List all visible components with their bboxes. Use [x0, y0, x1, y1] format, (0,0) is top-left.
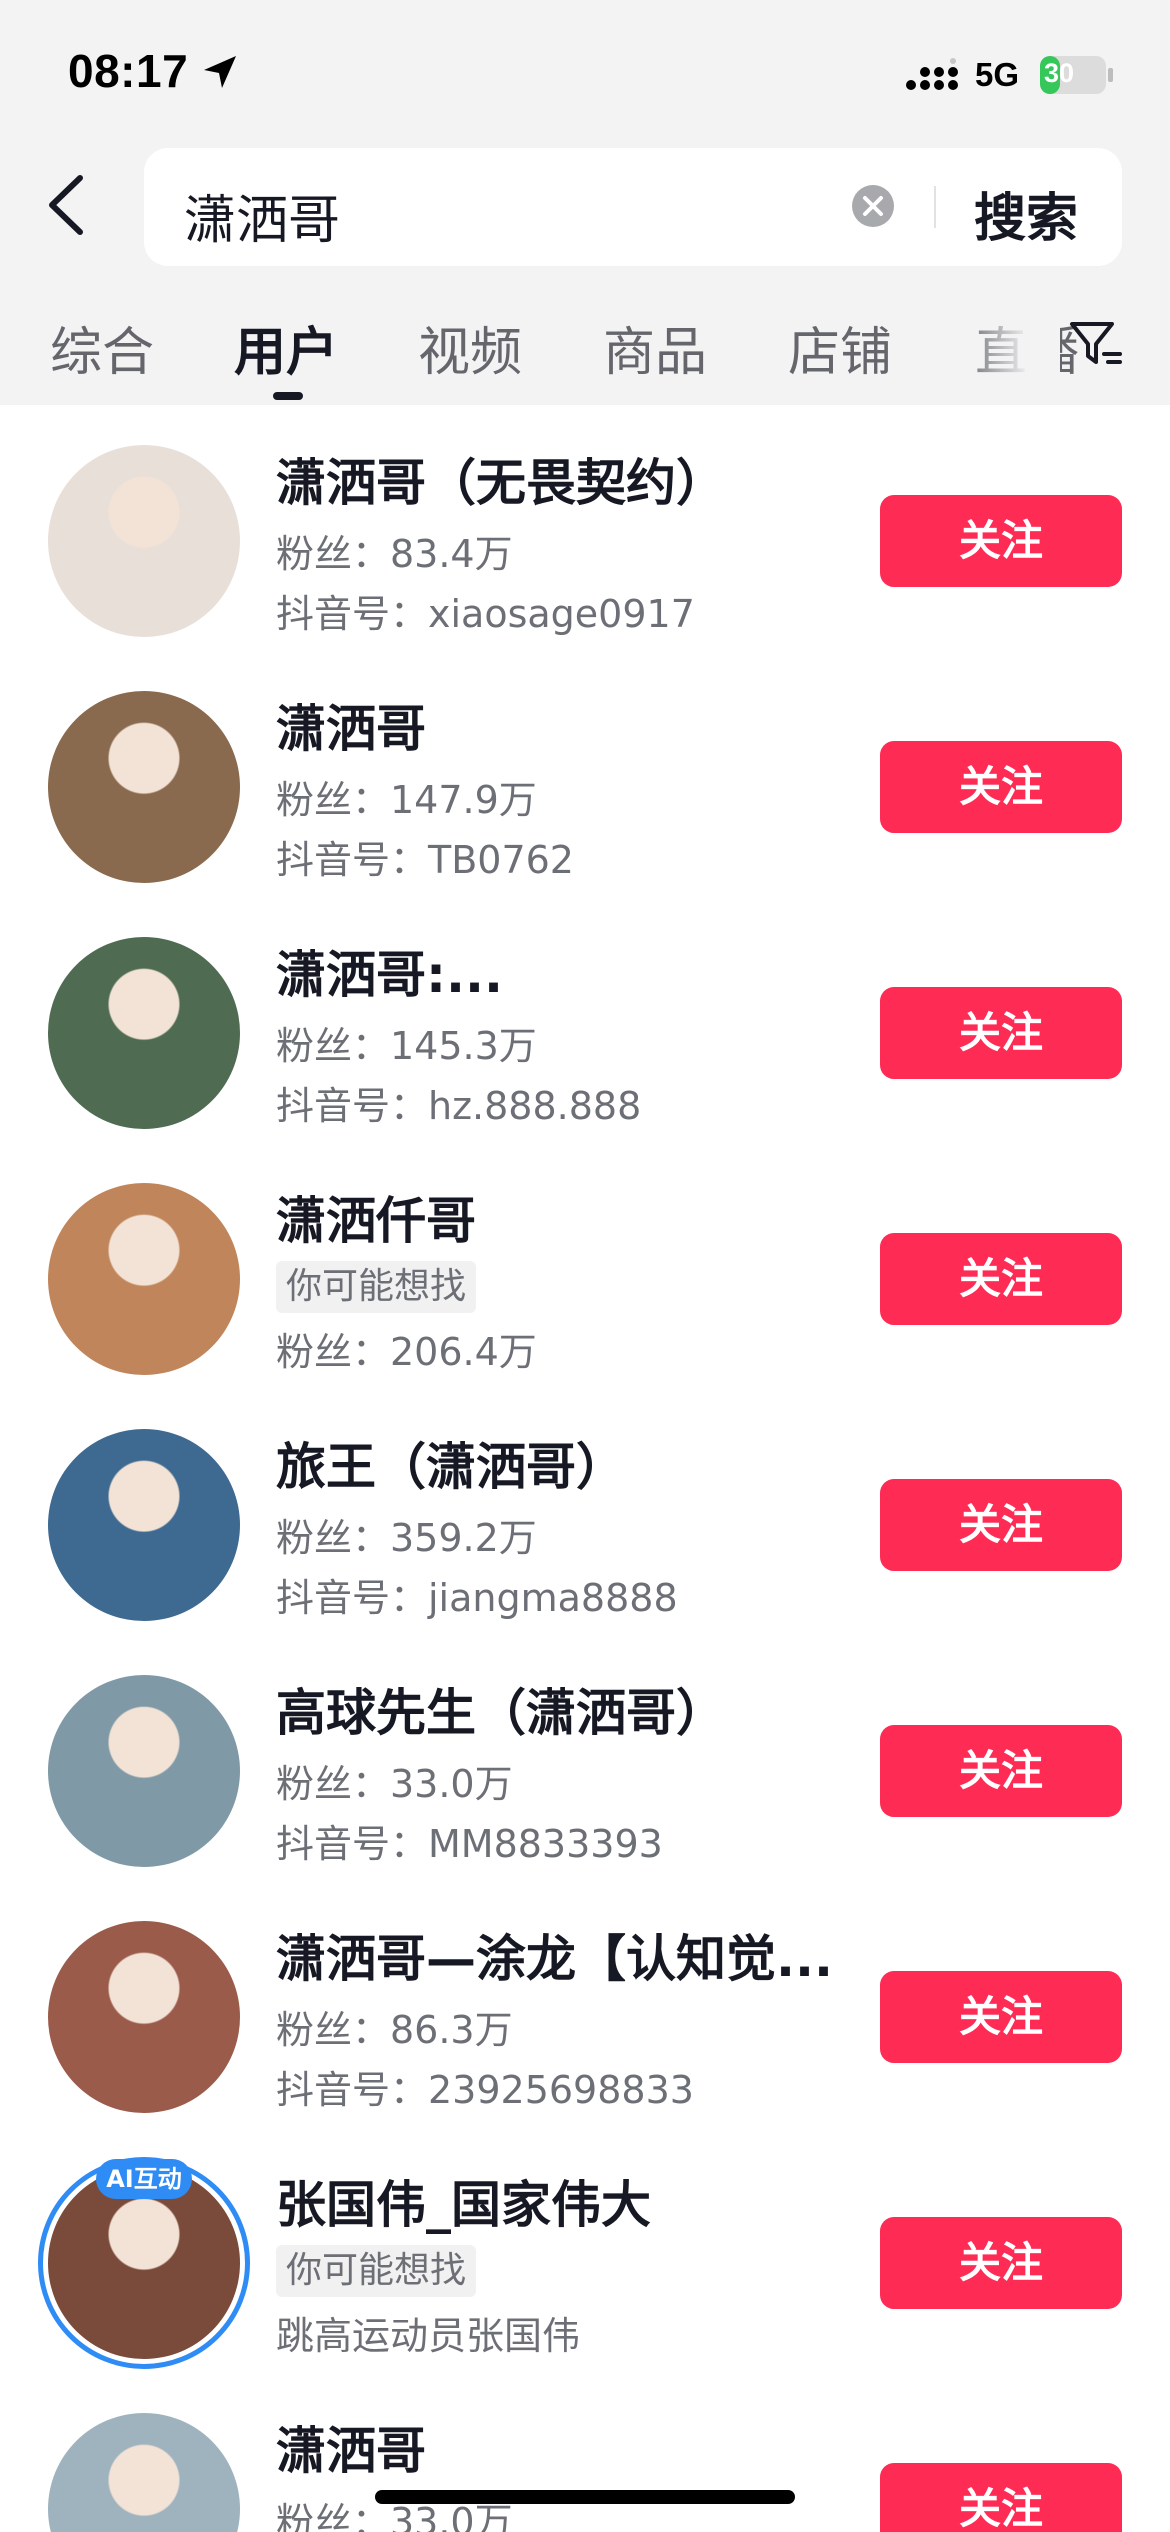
- network-label: 5G: [975, 56, 1020, 93]
- status-bar: 08:17 5G 30: [0, 0, 1170, 140]
- user-name[interactable]: 张国伟_国家伟大: [276, 2165, 846, 2237]
- filter-icon[interactable]: [1068, 316, 1124, 372]
- user-detail: 抖音号：TB0762: [276, 838, 574, 882]
- avatar[interactable]: [48, 445, 240, 637]
- user-row[interactable]: 潇洒哥—涂龙【认知觉... 粉丝：86.3万抖音号：23925698833 关注: [0, 1881, 1170, 2127]
- top-area: 08:17 5G 30 潇洒哥 搜索 综合 用户 视频 商品 店铺: [0, 0, 1170, 405]
- user-row[interactable]: 潇洒哥粉丝：147.9万 抖音号：TB0762 关注: [0, 651, 1170, 897]
- avatar[interactable]: [48, 937, 240, 1129]
- avatar[interactable]: [48, 691, 240, 883]
- user-name[interactable]: 高球先生（潇洒哥）: [276, 1673, 846, 1745]
- search-divider: [934, 186, 936, 228]
- follower-count: 粉丝：147.9万: [276, 778, 537, 822]
- suggestion-tag: 你可能想找: [276, 2245, 477, 2297]
- user-name[interactable]: 潇洒哥: [276, 2411, 846, 2483]
- clear-icon[interactable]: [850, 183, 896, 229]
- user-detail: 抖音号：jiangma8888: [276, 1576, 678, 1620]
- follow-button[interactable]: 关注: [880, 495, 1122, 587]
- follower-count: 粉丝：359.2万: [276, 1516, 537, 1560]
- ai-badge: AI互动: [96, 2159, 192, 2199]
- user-detail: 抖音号：MM8833393: [276, 1822, 663, 1866]
- follower-count: 粉丝：145.3万: [276, 1024, 537, 1068]
- follower-count: 粉丝：83.4万: [276, 532, 513, 576]
- avatar[interactable]: [48, 2413, 240, 2532]
- user-detail: 抖音号：23925698833: [276, 2068, 694, 2112]
- tab-bar: 综合 用户 视频 商品 店铺 直播: [0, 300, 1170, 405]
- location-arrow-icon: [204, 56, 236, 88]
- user-row[interactable]: 旅王（潇洒哥） 粉丝：359.2万抖音号：jiangma8888 关注: [0, 1389, 1170, 1635]
- tab-products[interactable]: 商品: [603, 310, 707, 385]
- battery-icon: 30: [1040, 56, 1106, 94]
- follow-button[interactable]: 关注: [880, 741, 1122, 833]
- follower-count: 粉丝：33.0万: [276, 1762, 513, 1806]
- avatar[interactable]: [48, 1675, 240, 1867]
- follow-button[interactable]: 关注: [880, 1725, 1122, 1817]
- user-name[interactable]: 潇洒哥—涂龙【认知觉...: [276, 1919, 846, 1991]
- home-indicator: [375, 2490, 795, 2504]
- follower-count: 粉丝：86.3万: [276, 2008, 513, 2052]
- follow-button[interactable]: 关注: [880, 2217, 1122, 2309]
- user-row[interactable]: 高球先生（潇洒哥） 粉丝：33.0万抖音号：MM8833393 关注: [0, 1635, 1170, 1881]
- tab-comprehensive[interactable]: 综合: [50, 310, 154, 385]
- follow-button[interactable]: 关注: [880, 1233, 1122, 1325]
- user-detail: 抖音号：hz.888.888: [276, 1084, 642, 1128]
- user-detail: 抖音号：xiaosage0917: [276, 592, 695, 636]
- tab-videos[interactable]: 视频: [418, 310, 522, 385]
- user-detail: 跳高运动员张国伟: [276, 2314, 581, 2358]
- tab-shops[interactable]: 店铺: [788, 310, 892, 385]
- user-name[interactable]: 潇洒哥（无畏契约）: [276, 443, 846, 515]
- follow-button[interactable]: 关注: [880, 2463, 1122, 2532]
- user-row[interactable]: AI互动 张国伟_国家伟大你可能想找跳高运动员张国伟 关注: [0, 2127, 1170, 2373]
- user-name[interactable]: 潇洒哥:...: [276, 935, 846, 1007]
- tab-users[interactable]: 用户: [234, 310, 338, 385]
- follow-button[interactable]: 关注: [880, 1971, 1122, 2063]
- suggestion-tag: 你可能想找: [276, 1261, 477, 1313]
- user-detail: 粉丝：206.4万: [276, 1330, 537, 1374]
- back-button[interactable]: [38, 170, 98, 240]
- search-input[interactable]: 潇洒哥 搜索: [144, 148, 1122, 266]
- tab-fade: [960, 300, 1060, 405]
- avatar[interactable]: [48, 1921, 240, 2113]
- search-button[interactable]: 搜索: [974, 176, 1078, 251]
- user-row[interactable]: 潇洒哥 粉丝：33.0万 关注: [0, 2373, 1170, 2532]
- active-tab-indicator: [273, 392, 303, 400]
- user-row[interactable]: 潇洒哥（无畏契约） 粉丝：83.4万抖音号：xiaosage0917 关注: [0, 405, 1170, 651]
- user-name[interactable]: 旅王（潇洒哥）: [276, 1427, 846, 1499]
- avatar[interactable]: [48, 1429, 240, 1621]
- user-row[interactable]: 潇洒哥:... 粉丝：145.3万抖音号：hz.888.888 关注: [0, 897, 1170, 1143]
- follow-button[interactable]: 关注: [880, 987, 1122, 1079]
- follow-button[interactable]: 关注: [880, 1479, 1122, 1571]
- battery-percent: 30: [1044, 58, 1075, 88]
- user-row[interactable]: 潇洒仟哥你可能想找粉丝：206.4万 关注: [0, 1143, 1170, 1389]
- battery-tip: [1108, 68, 1113, 82]
- search-query[interactable]: 潇洒哥: [184, 178, 340, 253]
- status-time: 08:17: [68, 45, 189, 97]
- user-name[interactable]: 潇洒仟哥: [276, 1181, 846, 1253]
- user-name[interactable]: 潇洒哥: [276, 689, 846, 761]
- signal-icon: [906, 58, 958, 90]
- avatar[interactable]: [48, 1183, 240, 1375]
